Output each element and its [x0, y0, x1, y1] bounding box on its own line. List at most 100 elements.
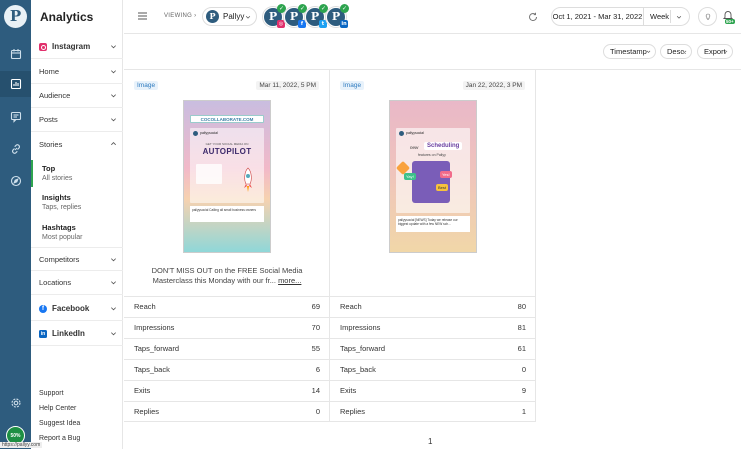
order-select[interactable]: Desc.	[660, 44, 692, 59]
interval-label: Week	[650, 12, 670, 21]
thumb-headline: Scheduling	[424, 142, 463, 150]
date-range-picker[interactable]: Oct 1, 2021 - Mar 31, 2022	[551, 7, 644, 26]
sub-subtitle: Most popular	[42, 234, 83, 241]
chevron-down-icon	[111, 70, 116, 74]
sidebar-network-linkedin[interactable]: in LinkedIn	[31, 322, 123, 346]
sidebar: Analytics Instagram Home Audience Posts …	[31, 0, 123, 449]
facebook-icon: f	[39, 304, 47, 313]
linkedin-icon: in	[340, 20, 348, 28]
pallyy-logo[interactable]: P	[4, 5, 27, 28]
sidebar-network-facebook[interactable]: f Facebook	[31, 297, 123, 321]
facebook-icon: f	[298, 20, 306, 28]
messages-icon[interactable]	[8, 109, 23, 124]
chevron-down-icon	[723, 50, 728, 53]
more-link[interactable]: more...	[278, 276, 301, 285]
nav-rail: P 50%	[0, 0, 31, 449]
sidebar-sub-insights[interactable]: Insights Taps, replies	[31, 193, 123, 211]
stories-grid: Image Mar 11, 2022, 5 PM COCOLLABORATE.C…	[124, 69, 741, 449]
metric-row: Replies 1	[330, 401, 536, 422]
media-type-tag: Image	[340, 81, 365, 90]
page-number[interactable]: 1	[428, 437, 432, 446]
sidebar-sub-hashtags[interactable]: Hashtags Most popular	[31, 223, 123, 241]
notification-badge: 50+	[725, 19, 735, 24]
viewing-label: VIEWING ›	[164, 13, 197, 19]
story-caption: DON'T MISS OUT on the FREE Social Media …	[151, 266, 303, 285]
sidebar-network-instagram[interactable]: Instagram	[31, 35, 123, 59]
menu-icon[interactable]	[138, 12, 147, 20]
metric-row: Exits 9	[330, 380, 536, 401]
sidebar-item-competitors[interactable]: Competitors	[31, 247, 123, 271]
linkedin-icon: in	[39, 329, 47, 338]
chevron-down-icon	[111, 332, 116, 336]
suggest-idea-link[interactable]: Suggest Idea	[39, 420, 80, 427]
twitter-icon: t	[319, 20, 327, 28]
metric-row: Replies 0	[124, 401, 330, 422]
check-icon: ✓	[340, 4, 349, 13]
chevron-down-icon	[111, 258, 116, 262]
network-label: LinkedIn	[52, 329, 85, 338]
sidebar-item-stories[interactable]: Stories	[31, 132, 123, 156]
sidebar-item-label: Locations	[39, 278, 72, 287]
account-avatar: P	[206, 10, 219, 23]
sort-label: Timestamp	[610, 47, 647, 56]
sidebar-sub-top[interactable]: Top All stories	[31, 160, 123, 187]
profile-instagram[interactable]: P ✓ ◎	[263, 4, 286, 28]
thumb-link: COCOLLABORATE.COM	[190, 115, 264, 123]
account-selector[interactable]: P Pallyy	[202, 7, 257, 26]
sidebar-item-label: Home	[39, 67, 60, 76]
interval-select[interactable]: Week	[644, 7, 690, 26]
sidebar-item-locations[interactable]: Locations	[31, 271, 123, 295]
sub-subtitle: All stories	[42, 175, 73, 182]
sort-select[interactable]: Timestamp	[603, 44, 656, 59]
sidebar-item-audience[interactable]: Audience	[31, 84, 123, 108]
story-card[interactable]: Image Mar 11, 2022, 5 PM COCOLLABORATE.C…	[124, 70, 330, 422]
instagram-icon: ◎	[277, 20, 285, 28]
metric-row: Taps_forward 55	[124, 338, 330, 359]
explore-icon[interactable]	[8, 173, 23, 188]
media-type-tag: Image	[134, 81, 159, 90]
story-thumbnail[interactable]: COCOLLABORATE.COM pallyysocial GET YOUR …	[184, 101, 270, 252]
report-bug-link[interactable]: Report a Bug	[39, 435, 80, 442]
metric-row: Impressions 70	[124, 317, 330, 338]
sidebar-item-label: Competitors	[39, 254, 80, 264]
chevron-down-icon	[111, 281, 116, 285]
sidebar-item-label: Audience	[39, 91, 71, 100]
chevron-down-icon	[646, 50, 651, 53]
lightbulb-icon[interactable]	[698, 7, 717, 26]
chevron-down-icon	[111, 94, 116, 98]
support-link[interactable]: Support	[39, 390, 64, 397]
thumb-post-card: pallyysocial new Scheduling features on …	[395, 128, 470, 213]
metric-row: Reach 80	[330, 296, 536, 317]
analytics-icon[interactable]	[0, 71, 31, 97]
app-title: Analytics	[40, 10, 94, 24]
profile-facebook[interactable]: P ✓ f	[284, 4, 307, 28]
story-thumbnail[interactable]: pallyysocial new Scheduling features on …	[390, 101, 476, 252]
metric-row: Taps_forward 61	[330, 338, 536, 359]
thumb-chip: Yay!	[404, 173, 416, 180]
sidebar-item-posts[interactable]: Posts	[31, 108, 123, 132]
thumb-line1: new	[410, 145, 419, 150]
sidebar-item-home[interactable]: Home	[31, 60, 123, 84]
metric-row: Exits 14	[124, 380, 330, 401]
story-card[interactable]: Image Jan 22, 2022, 3 PM pallyysocial ne…	[330, 70, 536, 422]
account-name: Pallyy	[223, 12, 245, 21]
chevron-down-icon	[245, 15, 251, 19]
calendar-icon[interactable]	[8, 46, 23, 61]
metric-row: Taps_back 6	[124, 359, 330, 380]
status-url: https://pallyy.com	[0, 442, 43, 448]
profile-linkedin[interactable]: P ✓ in	[326, 4, 349, 28]
rocket-icon	[244, 167, 252, 192]
sub-title: Top	[42, 164, 56, 173]
export-select[interactable]: Export	[697, 44, 733, 59]
profile-twitter[interactable]: P ✓ t	[305, 4, 328, 28]
thumb-post-text: pallyysocial [NEWS] Today we release our…	[396, 216, 470, 232]
metric-row: Taps_back 0	[330, 359, 536, 380]
thumb-post-card: pallyysocial GET YOUR SOCIAL MEDIA ON AU…	[190, 128, 264, 203]
help-center-link[interactable]: Help Center	[39, 405, 76, 412]
settings-icon[interactable]	[8, 395, 23, 410]
refresh-icon[interactable]	[528, 12, 538, 22]
sub-subtitle: Taps, replies	[42, 204, 82, 211]
chevron-down-icon	[111, 118, 116, 122]
link-icon[interactable]	[8, 141, 23, 156]
thumb-handle: pallyysocial	[200, 131, 218, 135]
